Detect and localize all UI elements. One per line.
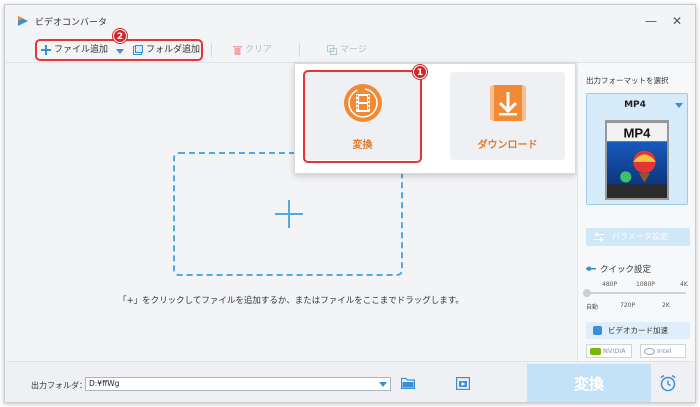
tick-1080p: 1080P [636, 281, 655, 288]
open-output-folder-icon[interactable] [456, 377, 470, 390]
chevron-down-icon [675, 103, 683, 108]
mp4-format-icon: MP4 [605, 120, 669, 200]
alarm-clock-icon[interactable] [659, 374, 677, 392]
download-tile-label: ダウンロード [477, 140, 538, 151]
window-title: ビデオコンバータ [35, 18, 108, 28]
intel-logo-icon [644, 348, 655, 355]
nvidia-logo-icon [590, 348, 601, 355]
nvidia-chip-label: NVIDIA [603, 347, 626, 355]
mp4-art-label: MP4 [624, 126, 652, 141]
download-icon [490, 85, 526, 121]
sliders-icon [594, 232, 604, 242]
bottom-bar: 出力フォルダ： D:¥ffWg 変換 [5, 361, 695, 402]
title-bar: ビデオコンバータ — ✕ [5, 5, 695, 37]
clear-label: クリア [245, 45, 273, 55]
gpu-acceleration-label: ビデオカード加速 [608, 326, 668, 335]
toolbar: ファイル追加 フォルダ追加 クリア マージ 2 [5, 29, 695, 63]
highlight-box-convert [303, 70, 422, 163]
merge-icon [327, 44, 337, 55]
tick-2k: 2K [662, 302, 670, 309]
toolbar-divider [299, 43, 300, 57]
tick-auto: 自動 [586, 304, 599, 311]
format-selector[interactable]: MP4 MP4 [586, 93, 688, 205]
app-logo-icon [18, 16, 28, 26]
quick-settings-label: クイック設定 [600, 265, 652, 275]
download-mode-tile[interactable]: ダウンロード [450, 72, 565, 160]
convert-button[interactable]: 変換 [527, 364, 651, 402]
merge-label: マージ [340, 45, 367, 55]
tick-720p: 720P [620, 302, 636, 309]
output-format-panel: 出力フォーマットを選択 MP4 MP4 パラメータ設定 クイック設定 480P … [577, 63, 695, 361]
gpu-icon [593, 326, 602, 335]
app-window: ビデオコンバータ — ✕ ファイル追加 フォルダ追加 クリア マージ 2 「+」… [4, 4, 696, 403]
quick-settings-icon [586, 266, 596, 271]
output-folder-field[interactable]: D:¥ffWg [85, 377, 391, 391]
tick-480p: 480P [602, 281, 618, 288]
tick-4k: 4K [680, 281, 688, 288]
clear-button[interactable]: クリア [233, 42, 272, 58]
quality-slider-track[interactable] [588, 292, 686, 294]
gpu-acceleration-button[interactable]: ビデオカード加速 [586, 322, 690, 339]
toolbar-divider [211, 43, 212, 57]
drop-hint-text: 「+」をクリックしてファイルを追加するか、またはファイルをここまでドラッグします… [118, 296, 464, 306]
close-button[interactable]: ✕ [667, 13, 687, 29]
parameter-settings-button[interactable]: パラメータ設定 [586, 228, 690, 246]
output-format-title: 出力フォーマットを選択 [586, 76, 669, 85]
nvidia-chip[interactable]: NVIDIA [586, 344, 632, 358]
quality-slider-handle[interactable] [583, 289, 591, 297]
folder-open-icon[interactable] [401, 377, 415, 389]
intel-chip-label: Intel [657, 347, 672, 355]
parameter-settings-label: パラメータ設定 [612, 232, 668, 241]
trash-icon [233, 45, 242, 55]
mode-popup: 変換 ダウンロード 1 [294, 63, 576, 174]
minimize-button[interactable]: — [641, 13, 661, 29]
step-badge-one: 1 [413, 65, 427, 79]
format-name: MP4 [624, 100, 646, 110]
output-folder-path: D:¥ffWg [89, 379, 120, 388]
intel-chip[interactable]: Intel [640, 344, 686, 358]
step-badge-two: 2 [113, 29, 127, 43]
chevron-down-icon[interactable] [379, 382, 387, 387]
merge-button[interactable]: マージ [327, 42, 367, 58]
output-folder-label: 出力フォルダ： [31, 381, 87, 390]
